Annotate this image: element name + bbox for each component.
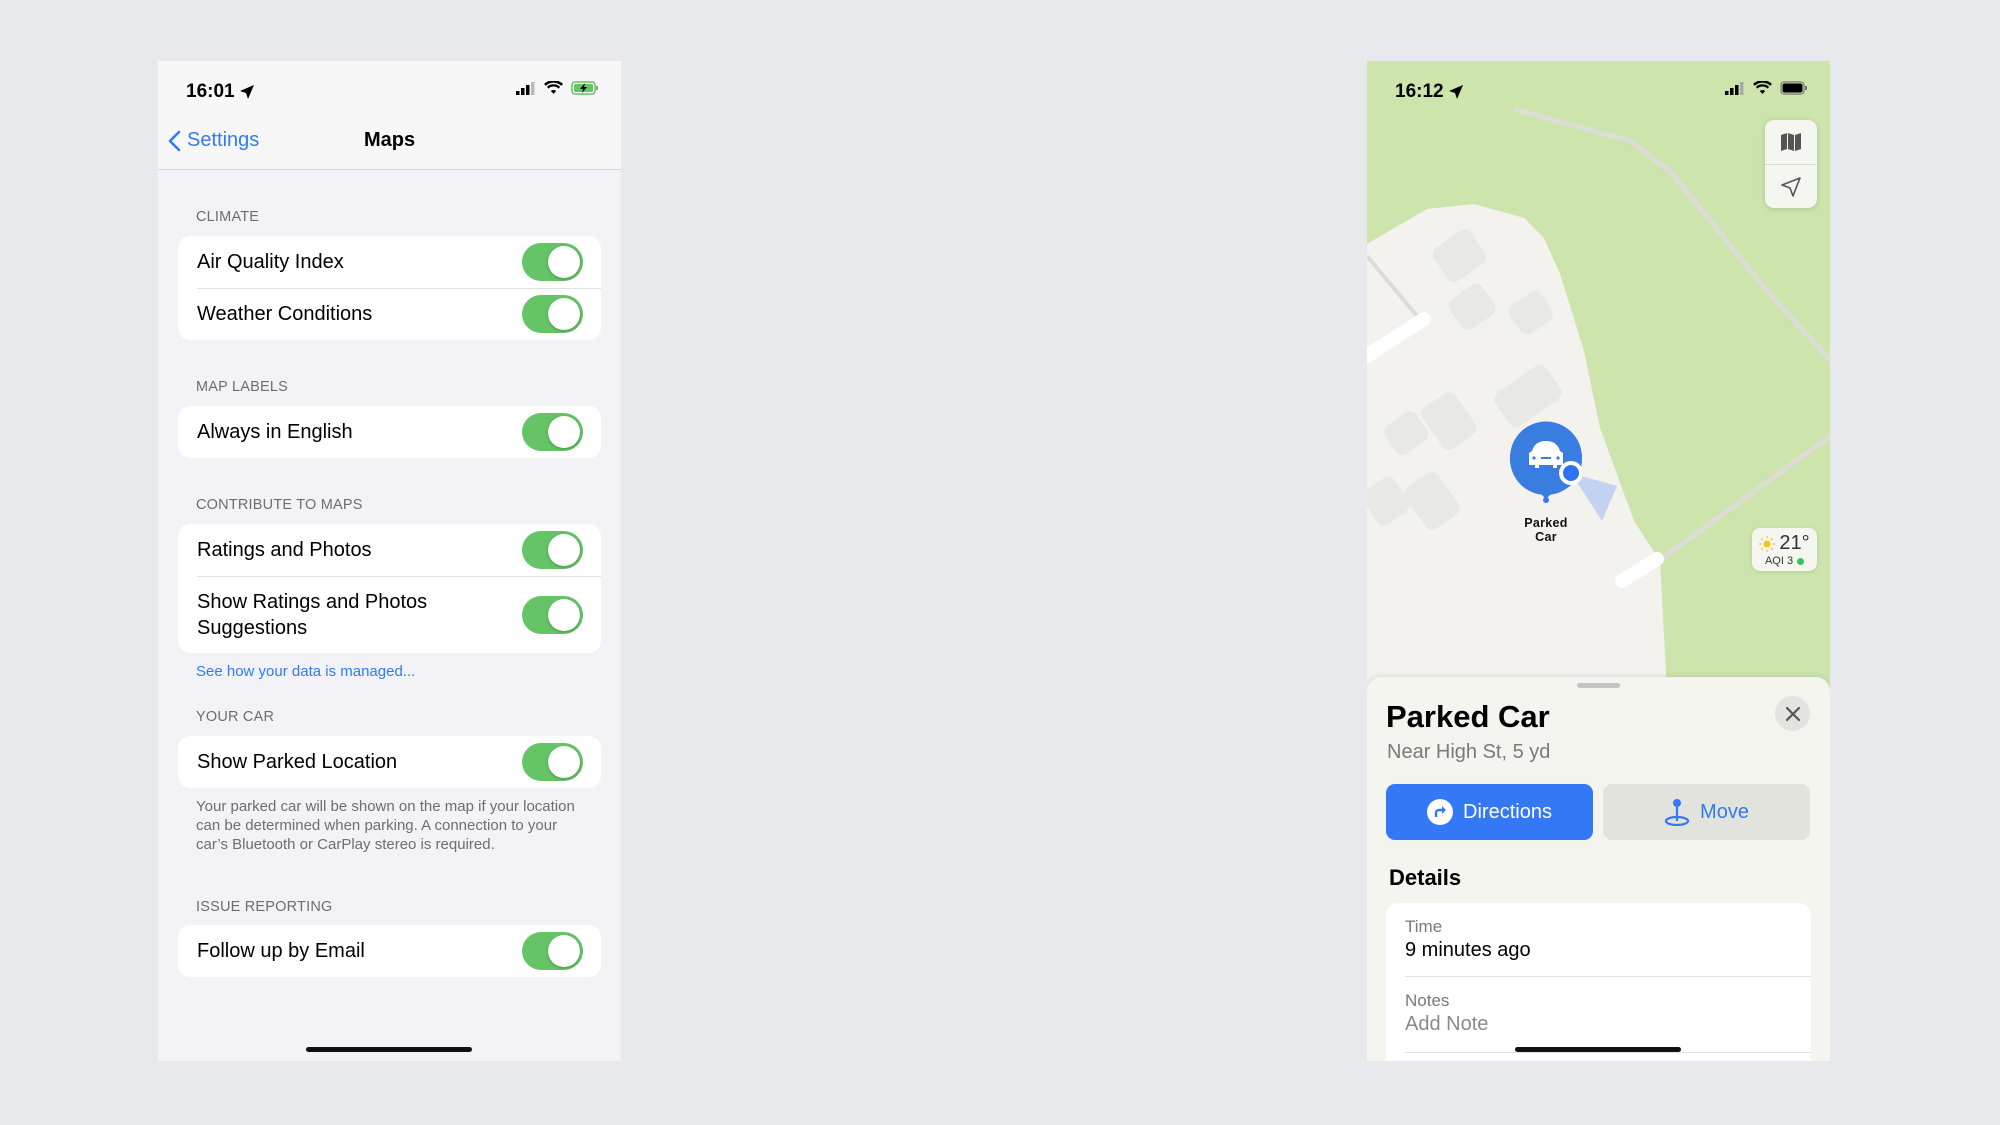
row-show-parked-location: Show Parked Location bbox=[178, 736, 601, 788]
section-header-climate: CLIMATE bbox=[196, 209, 260, 225]
home-indicator[interactable] bbox=[306, 1047, 472, 1052]
location-arrow-icon bbox=[239, 85, 254, 99]
home-indicator[interactable] bbox=[1515, 1047, 1681, 1052]
directions-icon bbox=[1427, 799, 1454, 825]
row-show-ratings-suggestions: Show Ratings and Photos Suggestions bbox=[178, 576, 601, 653]
weather-badge[interactable]: 21° AQI 3 bbox=[1752, 528, 1817, 571]
parked-location-toggle[interactable] bbox=[522, 743, 583, 781]
follow-up-email-toggle[interactable] bbox=[522, 932, 583, 970]
your-car-card: Show Parked Location bbox=[178, 736, 601, 788]
sheet-grabber[interactable] bbox=[1577, 683, 1620, 688]
status-time: 16:01 bbox=[186, 81, 255, 103]
pin-label: Parked Car bbox=[1524, 516, 1568, 544]
status-icons bbox=[1725, 81, 1808, 95]
data-managed-link[interactable]: See how your data is managed... bbox=[196, 663, 415, 680]
section-header-map-labels: MAP LABELS bbox=[196, 379, 289, 395]
directions-button[interactable]: Directions bbox=[1386, 784, 1593, 840]
close-icon bbox=[1785, 706, 1800, 721]
pin-move-icon bbox=[1664, 799, 1690, 826]
close-button[interactable] bbox=[1775, 696, 1810, 731]
map-labels-card: Always in English bbox=[178, 406, 601, 458]
signal-icon bbox=[1725, 81, 1744, 95]
ratings-photos-toggle[interactable] bbox=[522, 531, 583, 569]
weather-conditions-toggle[interactable] bbox=[522, 295, 583, 333]
section-header-contribute: CONTRIBUTE TO MAPS bbox=[196, 497, 363, 513]
location-arrow-icon bbox=[1781, 176, 1801, 197]
sheet-subtitle: Near High St, 5 yd bbox=[1387, 741, 1551, 763]
section-header-your-car: YOUR CAR bbox=[196, 709, 275, 725]
divider bbox=[1405, 1052, 1811, 1053]
row-follow-up-email: Follow up by Email bbox=[178, 925, 601, 977]
battery-icon bbox=[1780, 81, 1807, 95]
issue-reporting-card: Follow up by Email bbox=[178, 925, 601, 977]
back-button[interactable]: Settings bbox=[168, 129, 259, 152]
map-canvas[interactable] bbox=[1367, 61, 1830, 691]
divider bbox=[1405, 976, 1811, 977]
add-note-field[interactable]: Add Note bbox=[1405, 1013, 1488, 1036]
map-mode-icon bbox=[1781, 133, 1801, 151]
row-ratings-and-photos: Ratings and Photos bbox=[178, 524, 601, 576]
aqi-value: AQI 3 bbox=[1764, 555, 1794, 567]
sun-icon bbox=[1759, 535, 1776, 552]
status-time: 16:12 bbox=[1395, 81, 1464, 103]
chevron-left-icon bbox=[168, 130, 181, 151]
map-mode-button[interactable] bbox=[1765, 120, 1817, 164]
time-label: Time bbox=[1405, 917, 1443, 936]
track-location-button[interactable] bbox=[1765, 164, 1817, 208]
signal-icon bbox=[516, 81, 535, 95]
ratings-suggestions-toggle[interactable] bbox=[522, 595, 583, 634]
your-car-footer: Your parked car will be shown on the map… bbox=[196, 798, 575, 853]
settings-maps-screen: 16:01 Settings Maps CLIMATE Air Quality … bbox=[158, 61, 621, 1061]
always-english-toggle[interactable] bbox=[522, 413, 583, 451]
location-arrow-icon bbox=[1448, 85, 1463, 99]
contribute-card: Ratings and Photos Show Ratings and Phot… bbox=[178, 524, 601, 653]
notes-label: Notes bbox=[1405, 991, 1450, 1010]
map-controls bbox=[1765, 120, 1817, 208]
row-air-quality-index: Air Quality Index bbox=[178, 236, 601, 288]
temperature: 21° bbox=[1779, 532, 1810, 554]
move-button[interactable]: Move bbox=[1603, 784, 1810, 840]
row-weather-conditions: Weather Conditions bbox=[178, 288, 601, 340]
battery-charging-icon bbox=[571, 81, 598, 95]
section-header-issue-reporting: ISSUE REPORTING bbox=[196, 899, 333, 915]
sheet-title: Parked Car bbox=[1386, 699, 1550, 734]
status-icons bbox=[516, 81, 599, 95]
wifi-icon bbox=[1753, 81, 1772, 94]
wifi-icon bbox=[544, 81, 563, 94]
climate-card: Air Quality Index Weather Conditions bbox=[178, 236, 601, 340]
details-card: Time 9 minutes ago Notes Add Note bbox=[1386, 903, 1811, 1061]
details-header: Details bbox=[1389, 865, 1462, 890]
air-quality-toggle[interactable] bbox=[522, 243, 583, 281]
time-value: 9 minutes ago bbox=[1405, 939, 1531, 961]
row-always-in-english: Always in English bbox=[178, 406, 601, 458]
nav-bar bbox=[158, 61, 621, 170]
parked-car-sheet: Parked Car Near High St, 5 yd Directions… bbox=[1367, 677, 1830, 1061]
maps-parked-car-screen: Parked Car 16:12 21° AQI 3 Parked Car Ne… bbox=[1367, 61, 1830, 1061]
aqi-status-dot bbox=[1797, 557, 1805, 565]
